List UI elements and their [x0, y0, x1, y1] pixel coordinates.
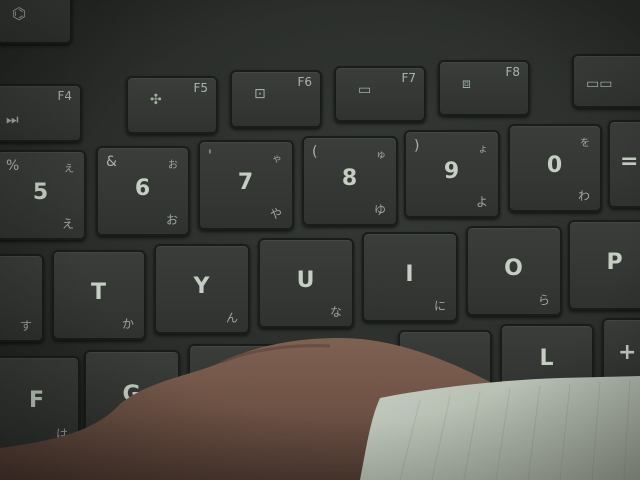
laptop-keyboard-photo: ⌬ F4 ⏭ F5 ✣ F6 ⊡ F7 ▭ F8 ⧈ ▭▭ % え 5 え & …	[0, 0, 640, 480]
hand-overlay	[0, 338, 640, 480]
